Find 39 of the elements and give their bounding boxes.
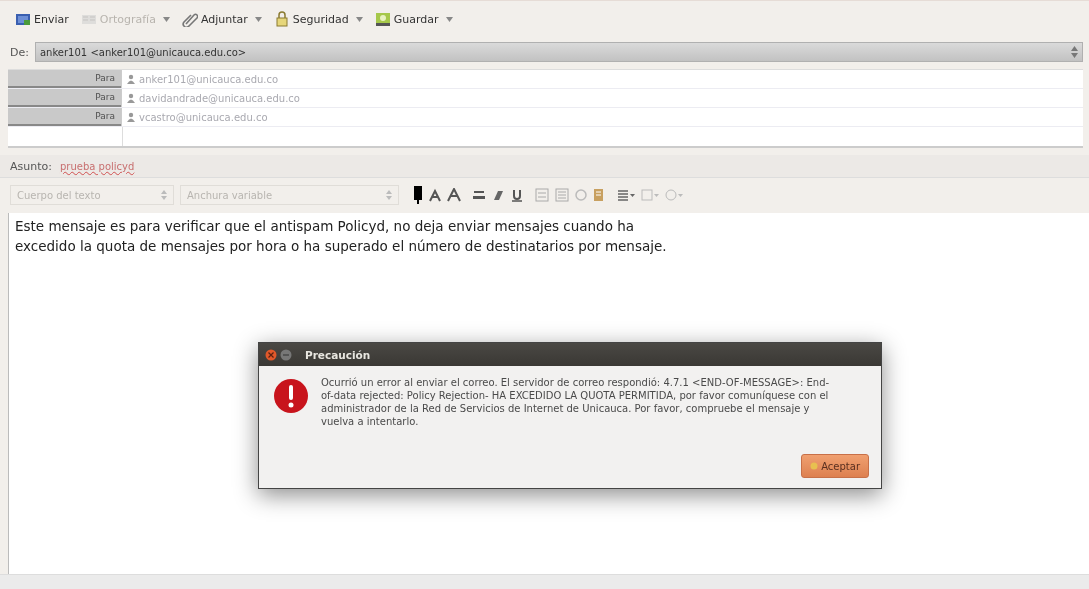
person-icon: [127, 112, 135, 122]
drive-icon: [374, 11, 391, 27]
from-label: De:: [10, 45, 29, 59]
minimize-icon: [280, 348, 292, 361]
recipient-type-dropdown[interactable]: Para: [8, 89, 121, 107]
toolbar-button[interactable]: Enviar: [12, 10, 72, 28]
close-icon: [265, 348, 277, 361]
recipient-type-dropdown[interactable]: Para: [8, 70, 121, 88]
caret-icon: [162, 16, 170, 22]
toolbar-button[interactable]: Guardar: [371, 10, 456, 28]
toolbar-button[interactable]: Seguridad: [270, 10, 366, 28]
paperclip-icon: [181, 11, 198, 27]
person-icon: [127, 93, 135, 103]
body-text-line: excedido la quota de mensajes por hora o ha superado el número de destinatarios por mensaje.: [15, 237, 668, 256]
caret-icon: [355, 16, 363, 22]
body-text-line: Este mensaje es para verificar que el antispam Policyd, no deja enviar mensajes cuando ha: [15, 217, 636, 236]
from-dropdown[interactable]: anker101 <anker101@unicauca.edu.co>: [34, 42, 1083, 62]
toolbar-button[interactable]: Adjuntar: [178, 10, 265, 28]
padlock-icon: [273, 11, 290, 27]
underline-icon: [511, 188, 523, 202]
caret-icon: [445, 16, 453, 22]
envelope-icon: [15, 11, 31, 27]
align-icon: [617, 188, 635, 202]
font-smaller-icon: [429, 188, 441, 202]
person-icon: [127, 74, 135, 84]
spinner-icon: [386, 190, 392, 200]
error-icon: [273, 378, 309, 414]
caret-icon: [254, 16, 262, 22]
spinner-icon: [161, 190, 167, 200]
recipient-type-dropdown[interactable]: Para: [8, 108, 121, 126]
dialog-message: Ocurrió un error al enviar el correo. El servidor de correo respondió: 4.7.1 <END-OF-MESSAGE>: End-of-data rejected: Policy Rejection- HA EXCEDIDO LA QUOTA PERMITIDA, por favor comuníquese con el administrador de la Red de Servicios de Internet de Unicauca. Por favor, compruebe el mensaje y vuelva a intentarlo.: [321, 376, 831, 428]
accept-button[interactable]: Aceptar: [801, 454, 869, 478]
subject-field[interactable]: prueba policyd: [59, 160, 135, 172]
font-larger-icon: [447, 188, 461, 202]
dialog-title: Precaución: [305, 348, 371, 361]
subject-label: Asunto:: [10, 159, 52, 173]
horizontal-scrollbar[interactable]: [0, 574, 1089, 589]
text-color-icon: [413, 186, 423, 204]
spinner-icon: [1071, 46, 1078, 58]
